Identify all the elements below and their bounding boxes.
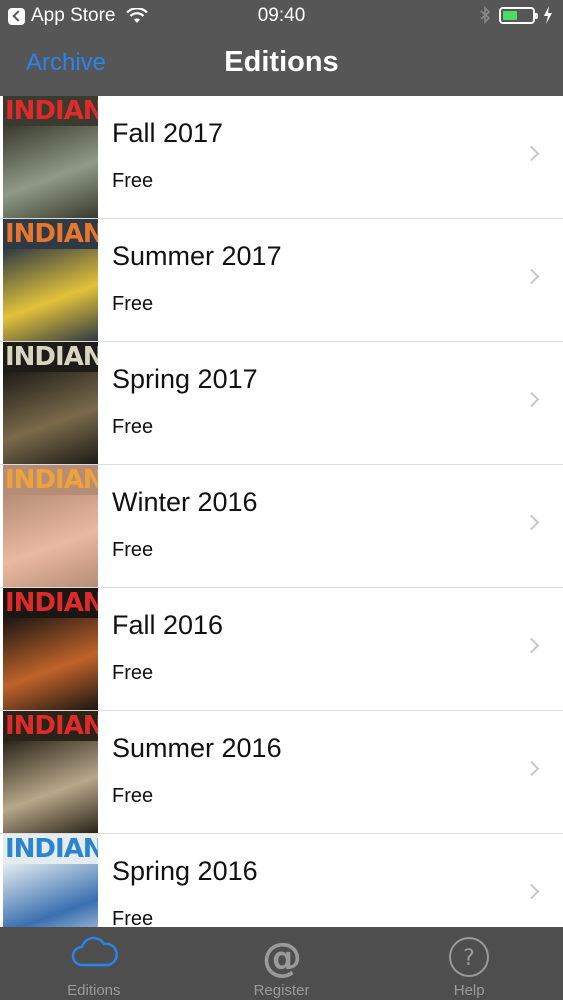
- at-icon: @: [262, 935, 302, 979]
- chevron-right-icon: [523, 760, 540, 777]
- tab-bar: Editions @ Register ? Help: [0, 927, 563, 1000]
- cover-masthead: INDIAN: [3, 465, 98, 495]
- edition-price: Free: [112, 785, 154, 807]
- svg-text:?: ?: [463, 946, 475, 971]
- chevron-right-icon: [523, 268, 540, 285]
- edition-title: Spring 2016: [112, 856, 258, 886]
- tab-editions[interactable]: Editions: [0, 927, 188, 1000]
- edition-cover: INDIAN: [3, 96, 98, 218]
- edition-title: Fall 2017: [112, 118, 224, 148]
- edition-cover: INDIAN: [3, 711, 98, 833]
- edition-price: Free: [112, 539, 154, 561]
- cover-masthead: INDIAN: [3, 219, 98, 249]
- nav-bar: Archive Editions: [0, 32, 563, 96]
- edition-price: Free: [112, 170, 154, 192]
- page-title: Editions: [224, 46, 339, 78]
- edition-row[interactable]: INDIAN Summer 2017 Free: [0, 219, 563, 342]
- edition-row[interactable]: INDIAN Summer 2016 Free: [0, 711, 563, 834]
- cover-masthead: INDIAN: [3, 711, 98, 741]
- chevron-right-icon: [523, 391, 540, 408]
- edition-price: Free: [112, 293, 154, 315]
- edition-title: Summer 2016: [112, 733, 282, 763]
- chevron-right-icon: [523, 637, 540, 654]
- edition-row[interactable]: INDIAN Fall 2016 Free: [0, 588, 563, 711]
- edition-title: Winter 2016: [112, 487, 258, 517]
- edition-cover: INDIAN: [3, 342, 98, 464]
- edition-title: Spring 2017: [112, 364, 258, 394]
- edition-row[interactable]: INDIAN Spring 2017 Free: [0, 342, 563, 465]
- tab-label: Editions: [67, 982, 121, 999]
- edition-title: Fall 2016: [112, 610, 224, 640]
- cover-art: [3, 126, 98, 218]
- editions-list[interactable]: INDIAN Fall 2017 Free INDIAN Summer 2017…: [0, 96, 563, 927]
- edition-price: Free: [112, 416, 154, 438]
- top-bar: App Store 09:40 Archive Editions: [0, 0, 563, 96]
- edition-cover: INDIAN: [3, 465, 98, 587]
- chevron-right-icon: [523, 514, 540, 531]
- cover-art: [3, 249, 98, 341]
- status-bar: App Store 09:40: [0, 0, 563, 32]
- edition-title: Summer 2017: [112, 241, 282, 271]
- svg-text:@: @: [262, 935, 302, 979]
- cover-art: [3, 618, 98, 710]
- edition-price: Free: [112, 662, 154, 684]
- edition-cover: INDIAN: [3, 219, 98, 341]
- cover-masthead: INDIAN: [3, 834, 98, 864]
- cover-art: [3, 741, 98, 833]
- cover-art: [3, 372, 98, 464]
- battery-icon: [499, 6, 538, 24]
- help-icon: ?: [449, 937, 490, 977]
- status-right: [479, 6, 553, 24]
- cover-art: [3, 495, 98, 587]
- charging-bolt-icon: [544, 6, 552, 24]
- chevron-right-icon: [523, 883, 540, 900]
- edition-cover: INDIAN: [3, 588, 98, 710]
- tab-label: Help: [453, 982, 485, 999]
- cloud-icon: [71, 936, 118, 967]
- edition-cover: INDIAN: [3, 834, 98, 927]
- edition-row[interactable]: INDIAN Fall 2017 Free: [0, 96, 563, 219]
- chevron-right-icon: [523, 145, 540, 162]
- cover-masthead: INDIAN: [3, 96, 98, 126]
- cover-art: [3, 864, 98, 927]
- edition-row[interactable]: INDIAN Winter 2016 Free: [0, 465, 563, 588]
- tab-help[interactable]: ? Help: [375, 927, 563, 1000]
- tab-label: Register: [253, 982, 310, 999]
- cover-masthead: INDIAN: [3, 588, 98, 618]
- battery-level: [503, 10, 517, 20]
- cover-masthead: INDIAN: [3, 342, 98, 372]
- edition-price: Free: [112, 908, 154, 927]
- bluetooth-icon: [480, 6, 491, 24]
- tab-register[interactable]: @ Register: [188, 927, 376, 1000]
- edition-row[interactable]: INDIAN Spring 2016 Free: [0, 834, 563, 927]
